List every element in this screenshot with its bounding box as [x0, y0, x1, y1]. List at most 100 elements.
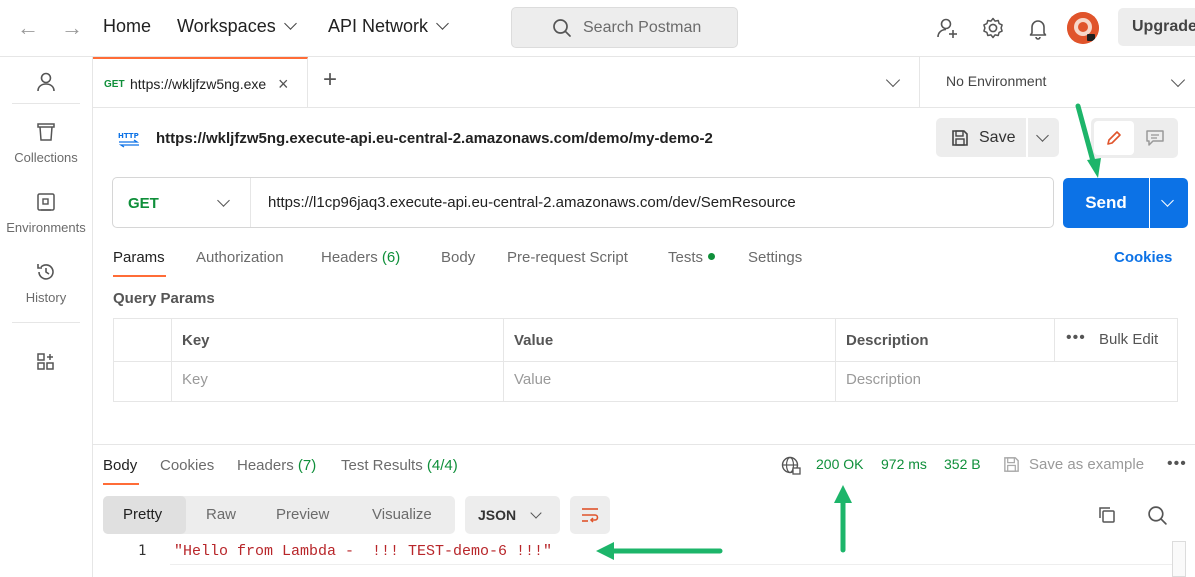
response-tab-test-results[interactable]: Test Results (4/4)	[341, 457, 458, 474]
sidebar-item-environments[interactable]: Environments	[0, 191, 92, 235]
response-time[interactable]: 972 ms	[881, 456, 927, 472]
forward-arrow-icon[interactable]: →	[60, 16, 84, 40]
save-button[interactable]: Save	[936, 118, 1026, 157]
column-header-description: Description	[846, 332, 929, 349]
chevron-down-icon	[1170, 72, 1186, 88]
tab-tests-label: Tests	[668, 249, 704, 266]
active-tab-indicator	[103, 483, 139, 485]
add-tab-icon[interactable]: +	[323, 68, 337, 92]
tab-headers[interactable]: Headers (6)	[321, 249, 400, 266]
tab-settings[interactable]: Settings	[748, 249, 802, 266]
response-scrollbar[interactable]	[1172, 541, 1186, 577]
more-options-icon[interactable]: •••	[1066, 329, 1086, 347]
settings-gear-icon[interactable]	[980, 15, 1006, 41]
back-arrow-icon[interactable]: ←	[16, 16, 40, 40]
network-globe-icon[interactable]	[780, 455, 802, 477]
nav-api-network[interactable]: API Network	[328, 16, 449, 37]
method-select[interactable]: GET	[113, 178, 251, 227]
wrap-text-icon	[582, 508, 599, 523]
comment-icon	[1146, 130, 1164, 146]
response-format-select[interactable]: JSON	[465, 496, 560, 534]
upgrade-button[interactable]: Upgrade	[1118, 8, 1195, 46]
trash-can-icon	[37, 123, 55, 141]
table-divider	[503, 319, 504, 401]
sidebar-divider	[12, 322, 80, 323]
nav-workspaces-label: Workspaces	[177, 16, 276, 36]
user-icon	[37, 72, 55, 92]
tab-tests[interactable]: Tests	[668, 249, 716, 266]
sidebar-item-apps[interactable]	[0, 351, 92, 376]
response-size[interactable]: 352 B	[944, 456, 981, 472]
tab-authorization[interactable]: Authorization	[196, 249, 284, 266]
column-header-value: Value	[514, 332, 554, 349]
comments-mode-button[interactable]	[1135, 121, 1175, 155]
value-input[interactable]: Value	[514, 371, 551, 388]
line-number: 1	[138, 543, 147, 559]
column-header-key: Key	[182, 332, 210, 349]
search-icon[interactable]	[1147, 505, 1168, 526]
nav-workspaces[interactable]: Workspaces	[177, 16, 297, 37]
user-avatar[interactable]	[1067, 12, 1099, 44]
response-tab-cookies[interactable]: Cookies	[160, 457, 214, 474]
nav-home[interactable]: Home	[103, 16, 151, 37]
send-button[interactable]: Send	[1063, 178, 1149, 228]
svg-text:HTTP: HTTP	[118, 132, 139, 140]
save-dropdown-button[interactable]	[1028, 118, 1059, 157]
tab-headers-count: (6)	[381, 249, 401, 266]
response-status[interactable]: 200 OK	[816, 456, 863, 472]
cookies-link[interactable]: Cookies	[1114, 249, 1172, 266]
tab-body[interactable]: Body	[441, 249, 475, 266]
key-input[interactable]: Key	[182, 371, 208, 388]
search-input[interactable]: Search Postman	[511, 7, 738, 48]
save-as-example-button[interactable]: Save as example	[1029, 456, 1144, 473]
arrowhead-icon	[1087, 158, 1101, 178]
tab-pre-request-script[interactable]: Pre-request Script	[507, 249, 628, 266]
request-tab[interactable]: GET https://wkljfzw5ng.exe ×	[93, 57, 308, 108]
http-icon: HTTP	[118, 132, 140, 148]
response-tab-body[interactable]: Body	[103, 457, 137, 474]
bulk-edit-button[interactable]: Bulk Edit	[1099, 331, 1158, 348]
response-tab-test-results-count: (4/4)	[426, 457, 458, 474]
view-pretty-button[interactable]: Pretty	[103, 496, 186, 534]
tab-params[interactable]: Params	[113, 249, 165, 266]
chevron-down-icon	[217, 194, 230, 207]
edit-mode-button[interactable]	[1094, 121, 1134, 155]
save-label: Save	[979, 129, 1016, 146]
description-input[interactable]: Description	[846, 371, 921, 388]
documentation-mode-toggle	[1091, 118, 1178, 158]
response-view-mode-group: Pretty Raw Preview Visualize	[103, 496, 455, 534]
view-preview-button[interactable]: Preview	[256, 496, 349, 534]
tab-title: https://wkljfzw5ng.exe	[130, 76, 267, 92]
arrowhead-icon	[834, 485, 852, 503]
response-body-text[interactable]: "Hello from Lambda - !!! TEST-demo-6 !!!…	[174, 543, 552, 560]
sidebar-divider	[12, 103, 80, 104]
response-pane-divider[interactable]	[93, 444, 1195, 445]
send-dropdown-button[interactable]	[1150, 178, 1188, 228]
view-visualize-button[interactable]: Visualize	[352, 496, 452, 534]
wrap-lines-button[interactable]	[570, 496, 610, 534]
sidebar-item-label: History	[25, 290, 67, 305]
sidebar-item-collections[interactable]: Collections	[0, 121, 92, 165]
url-input[interactable]: https://l1cp96jaq3.execute-api.eu-centra…	[268, 194, 796, 211]
invite-user-icon[interactable]	[935, 15, 961, 41]
copy-icon[interactable]	[1097, 505, 1117, 525]
apps-icon	[37, 353, 54, 370]
sidebar-item-account[interactable]	[0, 71, 92, 96]
environment-select[interactable]: No Environment	[919, 57, 1195, 108]
query-params-title: Query Params	[113, 290, 215, 307]
request-tab-bar: GET https://wkljfzw5ng.exe × + No Enviro…	[93, 57, 1195, 108]
more-options-icon[interactable]: •••	[1167, 455, 1187, 473]
notification-bell-icon[interactable]	[1025, 15, 1051, 41]
chevron-down-icon	[530, 507, 542, 519]
response-tab-headers[interactable]: Headers (7)	[237, 457, 316, 474]
format-value: JSON	[478, 507, 517, 523]
request-title[interactable]: https://wkljfzw5ng.execute-api.eu-centra…	[156, 130, 713, 147]
close-icon[interactable]: ×	[278, 74, 289, 95]
sidebar-item-history[interactable]: History	[0, 261, 92, 305]
view-raw-button[interactable]: Raw	[186, 496, 256, 534]
chevron-down-icon	[1036, 129, 1049, 142]
chevron-down-icon	[1161, 194, 1174, 207]
chevron-down-icon[interactable]	[885, 72, 901, 88]
url-bar: GET https://l1cp96jaq3.execute-api.eu-ce…	[112, 177, 1054, 228]
avatar-icon	[1067, 12, 1099, 44]
